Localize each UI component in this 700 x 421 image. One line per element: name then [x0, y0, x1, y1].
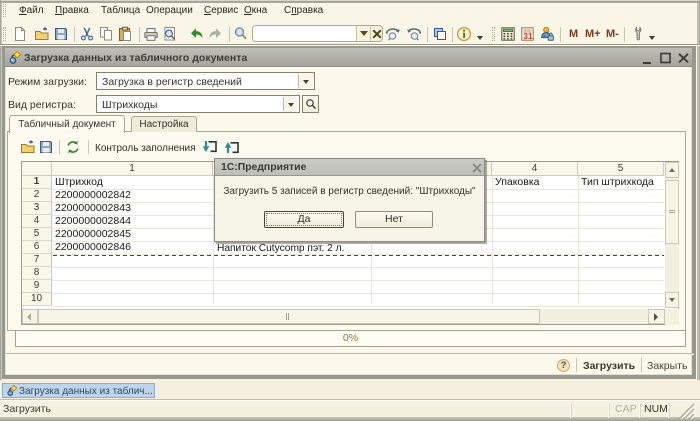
- svg-text:31: 31: [523, 31, 533, 41]
